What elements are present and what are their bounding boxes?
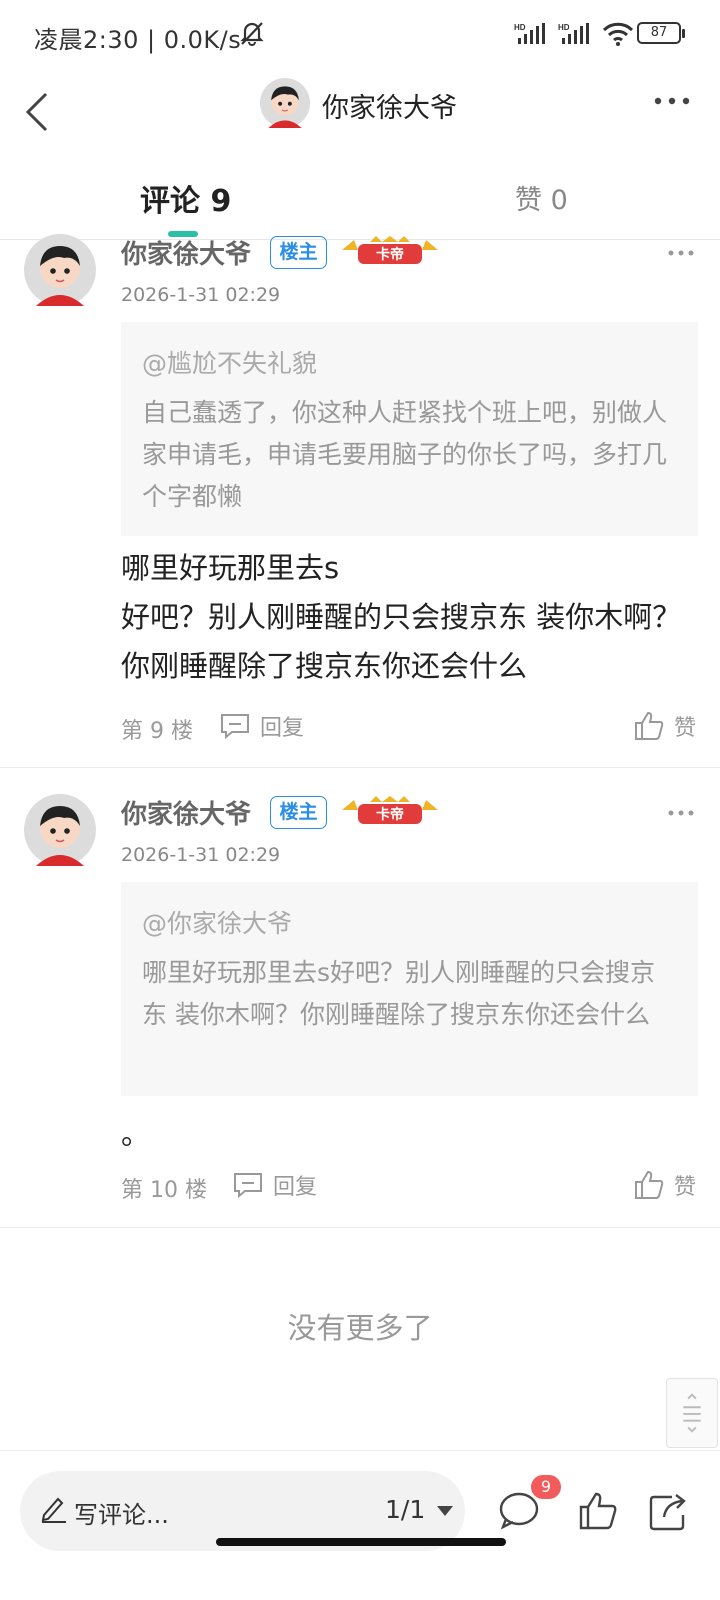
comment-item: 你家徐大爷 楼主 卡帝 2026-1-31 02:29 @尴尬不失礼貌 自己蠢透…: [0, 234, 720, 767]
quote-text: 自己蠢透了，你这种人赶紧找个班上吧，别做人家申请毛，申请毛要用脑子的你长了吗，多…: [142, 398, 668, 511]
page-indicator[interactable]: 1/1: [385, 1495, 425, 1524]
svg-text:HD: HD: [514, 23, 526, 32]
reply-icon: [234, 1173, 262, 1198]
thumbs-up-icon: [635, 1170, 664, 1199]
battery-icon: 87: [637, 22, 685, 44]
like-label: 赞: [674, 716, 697, 741]
comment-text: 。: [121, 1117, 151, 1151]
divider: [0, 767, 720, 768]
comment-time: 2026-1-31 02:29: [121, 844, 281, 866]
bottom-action-bar: 写评论... 1/1 9: [0, 1450, 720, 1600]
tab-bar: 评论 9 赞 0: [0, 160, 720, 240]
avatar[interactable]: [24, 794, 96, 866]
more-options-icon[interactable]: [650, 86, 694, 116]
reply-label: 回复: [273, 1175, 318, 1200]
quote-text: 哪里好玩那里去s好吧？别人刚睡醒的只会搜京东 装你木啊？你刚睡醒除了搜京东你还会…: [142, 958, 656, 1029]
comment-more-icon[interactable]: [668, 248, 694, 258]
bell-muted-icon: [240, 22, 264, 46]
avatar[interactable]: [24, 234, 96, 306]
quoted-comment[interactable]: @你家徐大爷 哪里好玩那里去s好吧？别人刚睡醒的只会搜京东 装你木啊？你刚睡醒除…: [121, 882, 698, 1096]
comment-count-badge: 9: [531, 1475, 561, 1499]
signal-icon-2: HD: [558, 23, 589, 44]
svg-text:卡帝: 卡帝: [376, 246, 404, 263]
floor-number: 第 10 楼: [121, 1178, 207, 1203]
home-indicator[interactable]: [216, 1538, 506, 1546]
signal-icons: HD HD: [514, 22, 634, 46]
reply-icon: [221, 714, 249, 739]
owner-badge: 楼主: [270, 236, 327, 269]
svg-text:卡帝: 卡帝: [376, 806, 404, 823]
quote-author[interactable]: @尴尬不失礼貌: [142, 344, 678, 384]
share-icon[interactable]: [648, 1491, 688, 1531]
pencil-icon: [41, 1497, 66, 1523]
comment-item: 你家徐大爷 楼主 卡帝 2026-1-31 02:29 @你家徐大爷 哪里好玩那…: [0, 794, 720, 1227]
write-comment-placeholder: 写评论...: [74, 1501, 169, 1529]
like-button[interactable]: 赞: [634, 710, 696, 742]
avatar[interactable]: [260, 78, 310, 128]
thumbs-up-icon[interactable]: [578, 1491, 618, 1531]
no-more-text: 没有更多了: [287, 1311, 433, 1345]
wifi-icon: [602, 22, 634, 46]
status-time-speed: 凌晨2:30 | 0.0K/s: [34, 26, 242, 54]
quoted-comment[interactable]: @尴尬不失礼貌 自己蠢透了，你这种人赶紧找个班上吧，别做人家申请毛，申请毛要用脑…: [121, 322, 698, 536]
reply-button[interactable]: 回复: [233, 1169, 317, 1201]
chevron-down-icon[interactable]: [436, 1505, 454, 1517]
comment-text: 哪里好玩那里去s 好吧？别人刚睡醒的只会搜京东 装你木啊？你刚睡醒除了搜京东你还…: [121, 551, 682, 683]
comment-more-icon[interactable]: [668, 808, 694, 818]
like-label: 赞: [674, 1175, 697, 1200]
reply-button[interactable]: 回复: [220, 710, 304, 742]
back-button[interactable]: [16, 82, 60, 142]
comment-author[interactable]: 你家徐大爷: [121, 794, 251, 831]
card-emperor-badge: 卡帝: [342, 236, 438, 264]
card-emperor-badge: 卡帝: [342, 796, 438, 824]
svg-text:HD: HD: [558, 23, 570, 32]
thumbs-up-icon: [635, 711, 664, 740]
page-title[interactable]: 你家徐大爷: [322, 86, 457, 125]
tab-likes[interactable]: 赞 0: [515, 178, 568, 217]
owner-badge: 楼主: [270, 796, 327, 829]
top-nav-bar: 你家徐大爷: [0, 70, 720, 160]
comment-author[interactable]: 你家徐大爷: [121, 234, 251, 271]
signal-icon: HD: [514, 23, 545, 44]
quote-author[interactable]: @你家徐大爷: [142, 904, 678, 944]
comment-time: 2026-1-31 02:29: [121, 284, 281, 306]
floor-number: 第 9 楼: [121, 719, 193, 744]
like-button[interactable]: 赞: [634, 1169, 696, 1201]
divider: [0, 1227, 720, 1228]
reply-label: 回复: [260, 716, 305, 741]
tab-comments[interactable]: 评论 9: [140, 176, 231, 220]
scroll-handle-icon[interactable]: [666, 1378, 718, 1448]
status-bar: 凌晨2:30 | 0.0K/s HD HD 87: [0, 0, 720, 70]
